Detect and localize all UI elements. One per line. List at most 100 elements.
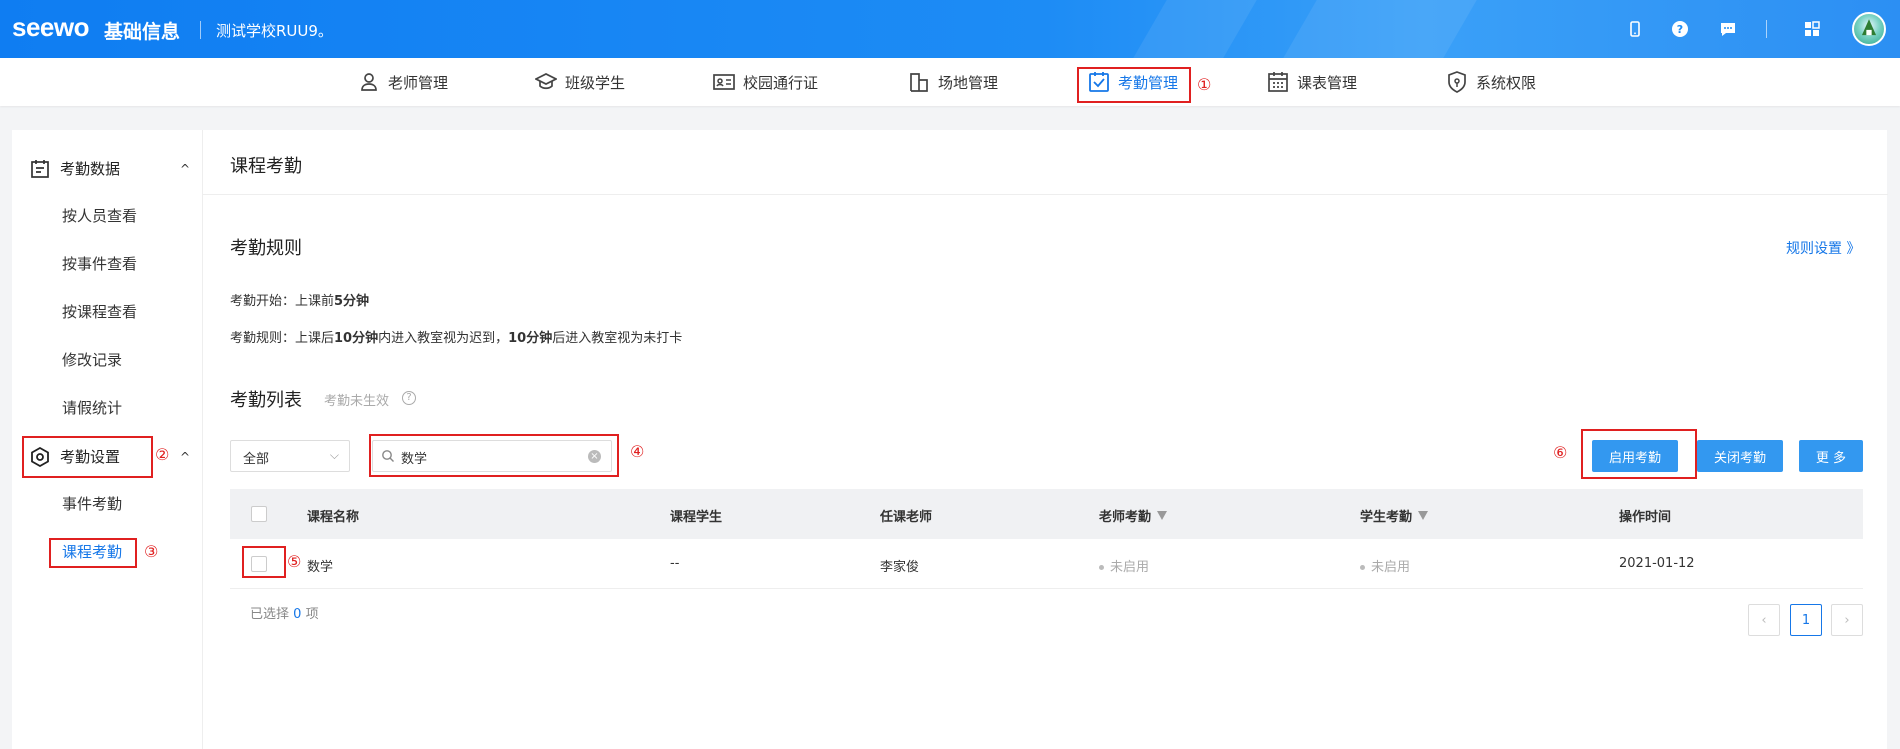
clipboard-icon bbox=[31, 159, 49, 178]
list-title: 考勤列表 bbox=[230, 390, 302, 411]
rule-start-line: 考勤开始：上课前5分钟 bbox=[230, 290, 369, 309]
annotation-box bbox=[49, 538, 137, 568]
sidebar-item-event-attendance[interactable]: 事件考勤 bbox=[62, 493, 122, 514]
status-text: 未启用 bbox=[1371, 560, 1411, 575]
header-decoration bbox=[1283, 0, 1477, 58]
nav-label: 系统权限 bbox=[1476, 73, 1537, 92]
col-teacher: 任课老师 bbox=[880, 506, 932, 525]
svg-text:?: ? bbox=[1677, 23, 1683, 36]
header-divider bbox=[1766, 20, 1767, 38]
cell-course-name: 数学 bbox=[307, 560, 334, 575]
chevron-up-icon[interactable]: ^ bbox=[180, 162, 190, 176]
annotation-number: ⑤ bbox=[287, 552, 302, 571]
next-page-button[interactable]: › bbox=[1831, 604, 1863, 636]
cell-course-students: -- bbox=[670, 556, 680, 571]
graduation-cap-icon bbox=[535, 73, 557, 90]
annotation-box bbox=[242, 546, 286, 578]
question-icon[interactable]: ? bbox=[402, 391, 416, 405]
status-text: 未启用 bbox=[1110, 560, 1150, 575]
page-number[interactable]: 1 bbox=[1790, 604, 1822, 636]
status-dot bbox=[1099, 565, 1104, 570]
shield-icon bbox=[1448, 71, 1466, 93]
table-header: 课程名称 课程学生 任课老师 老师考勤 学生考勤 操作时间 bbox=[230, 489, 1863, 539]
annotation-number: ④ bbox=[630, 442, 645, 461]
help-icon[interactable]: ? bbox=[1671, 20, 1689, 38]
sidebar-item-by-course[interactable]: 按课程查看 bbox=[62, 301, 137, 322]
avatar-icon bbox=[1861, 19, 1877, 36]
chevron-up-icon[interactable]: ^ bbox=[180, 450, 190, 464]
annotation-box bbox=[369, 434, 619, 477]
rules-title: 考勤规则 bbox=[230, 238, 302, 259]
list-hint: 考勤未生效 bbox=[324, 394, 390, 409]
col-label: 课程名称 bbox=[307, 510, 360, 525]
main-nav: 老师管理 班级学生 校园通行证 场地管理 考勤管理 课表管理 系统权限 bbox=[0, 58, 1900, 106]
col-label: 课程学生 bbox=[670, 510, 723, 525]
sidebar-group-attendance-data[interactable]: 考勤数据 ^ bbox=[30, 158, 190, 179]
calendar-icon bbox=[1268, 72, 1288, 92]
school-name[interactable]: 测试学校RUU9。 bbox=[216, 20, 333, 41]
col-operation-time: 操作时间 bbox=[1619, 506, 1671, 525]
disable-attendance-button[interactable]: 关闭考勤 bbox=[1697, 440, 1783, 472]
annotation-number: ② bbox=[155, 445, 170, 464]
sidebar-item-leave-stats[interactable]: 请假统计 bbox=[62, 397, 122, 418]
nav-schedule-management[interactable]: 课表管理 bbox=[1267, 58, 1357, 106]
page-title: 课程考勤 bbox=[230, 156, 302, 177]
status-filter-select[interactable]: 全部 ⌵ bbox=[230, 440, 350, 472]
prev-page-button[interactable]: ‹ bbox=[1748, 604, 1780, 636]
rule-emphasis: 5分钟 bbox=[334, 294, 370, 309]
nav-label: 场地管理 bbox=[938, 73, 999, 92]
sidebar-item-by-event[interactable]: 按事件查看 bbox=[62, 253, 137, 274]
cell-operation-time: 2021-01-12 bbox=[1619, 556, 1695, 571]
rule-emphasis: 10分钟 bbox=[508, 331, 553, 346]
annotation-number: ① bbox=[1197, 75, 1212, 94]
nav-label: 课表管理 bbox=[1297, 73, 1358, 92]
filter-icon[interactable] bbox=[1157, 511, 1168, 520]
col-teacher-attendance: 老师考勤 bbox=[1099, 506, 1168, 525]
sidebar-item-by-person[interactable]: 按人员查看 bbox=[62, 205, 137, 226]
nav-label: 班级学生 bbox=[565, 73, 626, 92]
user-icon bbox=[361, 73, 377, 91]
rule-settings-link[interactable]: 规则设置 》 bbox=[1786, 238, 1860, 258]
filter-icon[interactable] bbox=[1418, 511, 1429, 520]
col-course-students: 课程学生 bbox=[670, 506, 722, 525]
more-button[interactable]: 更 多 bbox=[1799, 440, 1863, 472]
user-avatar[interactable] bbox=[1852, 12, 1886, 46]
rule-text: 内进入教室视为迟到， bbox=[378, 331, 509, 346]
selection-count: 0 bbox=[293, 607, 302, 622]
selection-unit: 项 bbox=[305, 607, 319, 622]
mobile-icon[interactable] bbox=[1626, 20, 1644, 38]
nav-venue-management[interactable]: 场地管理 bbox=[908, 58, 998, 106]
nav-teacher-management[interactable]: 老师管理 bbox=[358, 58, 448, 106]
col-label: 学生考勤 bbox=[1360, 510, 1413, 525]
select-all-checkbox[interactable] bbox=[251, 506, 267, 522]
cell-student-attendance: 未启用 bbox=[1360, 556, 1410, 575]
annotation-number: ③ bbox=[144, 542, 159, 561]
divider bbox=[203, 194, 1888, 195]
header-divider bbox=[200, 21, 201, 39]
cell-teacher: 李家俊 bbox=[880, 560, 920, 575]
message-icon[interactable] bbox=[1719, 20, 1737, 38]
status-dot bbox=[1360, 565, 1365, 570]
nav-label: 校园通行证 bbox=[743, 73, 819, 92]
annotation-box bbox=[1581, 429, 1697, 479]
chevron-down-icon: ⌵ bbox=[329, 448, 339, 462]
nav-system-permissions[interactable]: 系统权限 bbox=[1446, 58, 1536, 106]
seewo-logo[interactable]: seewo bbox=[12, 12, 90, 43]
annotation-number: ⑥ bbox=[1553, 443, 1568, 462]
apps-grid-icon[interactable] bbox=[1803, 20, 1821, 38]
selection-summary: 已选择 0 项 bbox=[250, 603, 319, 622]
app-header: seewo 基础信息 测试学校RUU9。 ? bbox=[0, 0, 1900, 58]
nav-class-students[interactable]: 班级学生 bbox=[535, 58, 625, 106]
header-decoration bbox=[1133, 0, 1257, 58]
annotation-box bbox=[1077, 67, 1191, 103]
sidebar-item-change-log[interactable]: 修改记录 bbox=[62, 349, 122, 370]
nav-campus-pass[interactable]: 校园通行证 bbox=[713, 58, 818, 106]
product-name: 基础信息 bbox=[104, 21, 181, 43]
col-student-attendance: 学生考勤 bbox=[1360, 506, 1429, 525]
building-icon bbox=[910, 73, 928, 92]
cell-teacher-attendance: 未启用 bbox=[1099, 556, 1149, 575]
rule-text: 考勤开始：上课前 bbox=[230, 294, 335, 309]
col-label: 任课老师 bbox=[880, 510, 933, 525]
selection-label: 已选择 bbox=[250, 607, 290, 622]
table-row[interactable]: 数学 -- 李家俊 未启用 未启用 2021-01-12 bbox=[230, 539, 1863, 589]
